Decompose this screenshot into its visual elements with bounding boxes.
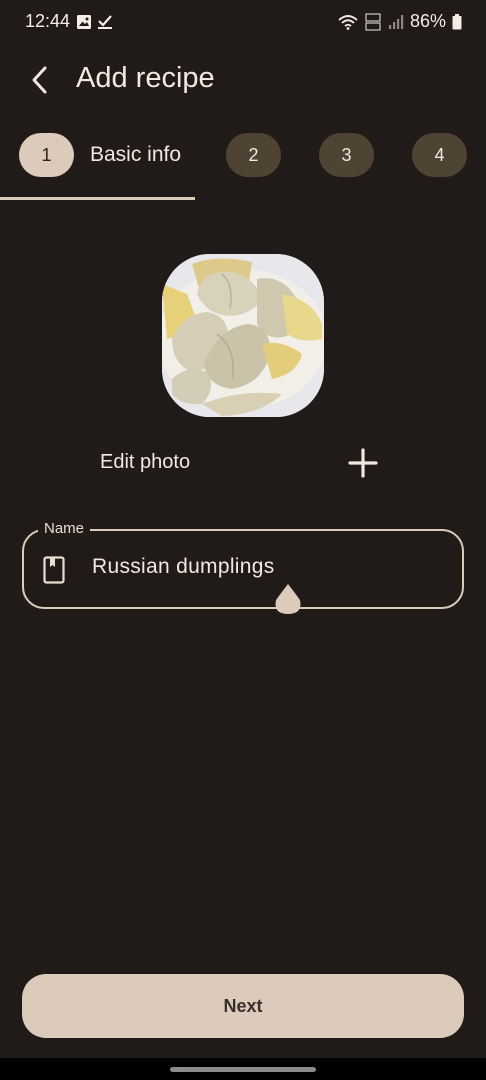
status-time: 12:44 xyxy=(25,11,71,31)
step-1-label[interactable]: Basic info xyxy=(90,143,181,167)
edit-photo-label[interactable]: Edit photo xyxy=(100,451,190,474)
recipe-photo[interactable] xyxy=(162,254,324,417)
status-bar: 12:44 86% xyxy=(0,0,486,44)
name-field-label: Name xyxy=(38,520,91,537)
battery-icon xyxy=(452,13,462,29)
step-1[interactable]: 1 xyxy=(19,133,74,177)
step-2[interactable]: 2 xyxy=(226,133,281,177)
volte-icon xyxy=(365,13,381,30)
page-title: Add recipe xyxy=(76,62,215,94)
step-4[interactable]: 4 xyxy=(412,133,467,177)
wifi-icon xyxy=(338,14,358,30)
chevron-left-icon xyxy=(32,66,47,94)
book-icon xyxy=(43,556,65,584)
gallery-icon xyxy=(77,15,91,29)
active-step-indicator xyxy=(0,197,195,200)
gesture-handle[interactable] xyxy=(170,1067,316,1072)
plus-icon xyxy=(348,448,378,478)
signal-icon xyxy=(388,14,404,29)
text-cursor-handle[interactable] xyxy=(273,583,303,615)
add-photo-button[interactable] xyxy=(340,440,386,486)
name-input-value[interactable]: Russian dumplings xyxy=(92,555,275,579)
battery-percent: 86% xyxy=(409,11,446,31)
check-icon xyxy=(98,15,112,29)
next-button[interactable]: Next xyxy=(22,974,464,1038)
back-button[interactable] xyxy=(18,58,62,102)
dumplings-image xyxy=(162,254,324,417)
status-right: 86% xyxy=(338,11,462,32)
step-3[interactable]: 3 xyxy=(319,133,374,177)
add-recipe-screen: 12:44 86% Add recipe 1 Basic info 2 3 4 … xyxy=(0,0,486,1080)
